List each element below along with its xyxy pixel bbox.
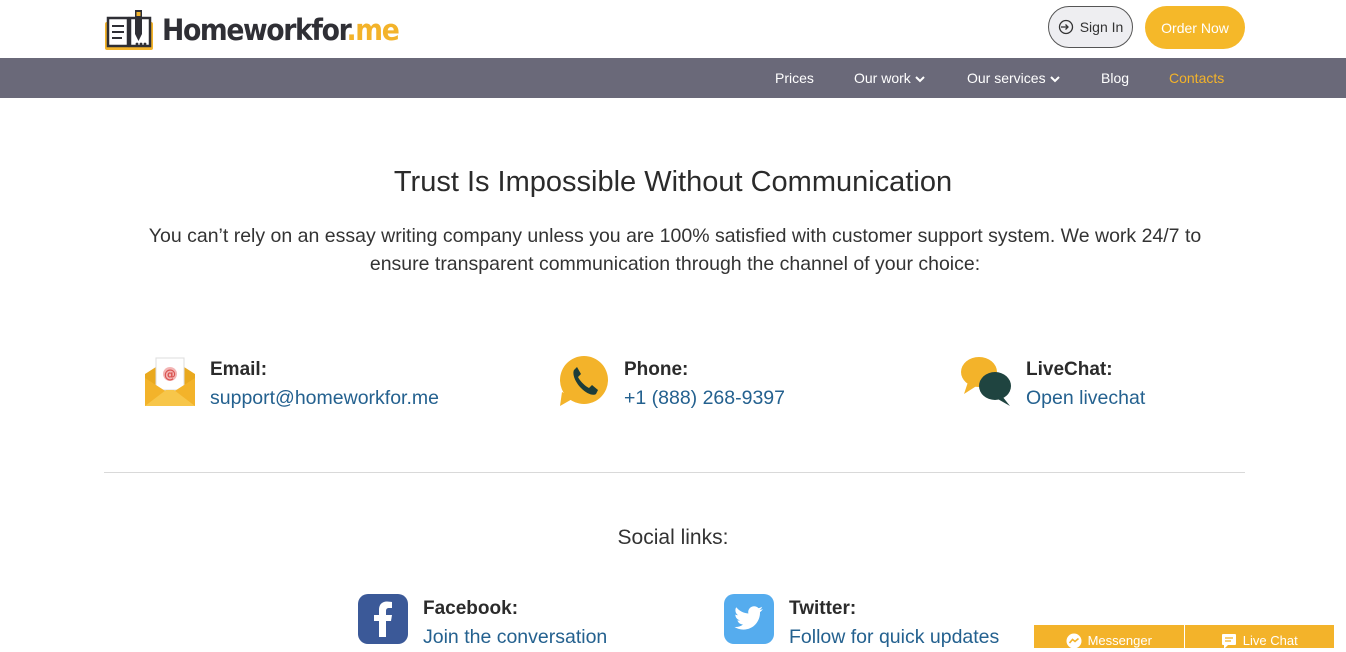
email-link[interactable]: support@homeworkfor.me — [210, 383, 439, 413]
social-twitter: Twitter: Follow for quick updates — [724, 594, 999, 652]
phone-label: Phone: — [624, 359, 689, 380]
nav-item-label: Blog — [1101, 70, 1130, 86]
messenger-button[interactable]: Messenger — [1034, 625, 1184, 649]
chevron-down-icon — [1049, 76, 1060, 83]
svg-text:@: @ — [164, 368, 176, 382]
envelope-icon: @ — [144, 354, 196, 410]
nav-item-contacts[interactable]: Contacts — [1169, 58, 1224, 98]
nav-item-our-services[interactable]: Our services — [967, 58, 1060, 98]
twitter-label: Twitter: — [789, 598, 857, 619]
facebook-label: Facebook: — [423, 598, 519, 619]
facebook-icon[interactable] — [358, 594, 408, 644]
contact-livechat: LiveChat: Open livechat — [960, 354, 1145, 413]
phone-bubble-icon — [558, 354, 610, 410]
email-label: Email: — [210, 359, 268, 380]
sign-in-label: Sign In — [1079, 19, 1124, 35]
main-nav: Prices Our work Our services Blog Contac… — [0, 58, 1346, 98]
sign-in-icon — [1058, 19, 1073, 35]
contact-phone: Phone: +1 (888) 268-9397 — [558, 354, 785, 413]
page-lead: You can’t rely on an essay writing compa… — [148, 225, 1202, 275]
live-chat-button[interactable]: Live Chat — [1183, 625, 1334, 649]
twitter-icon[interactable] — [724, 594, 774, 644]
nav-item-label: Our work — [854, 70, 911, 86]
nav-item-label: Prices — [775, 70, 814, 86]
social-links-title: Social links: — [617, 526, 729, 549]
site-header: Homeworkfor.me Sign In Order Now — [0, 0, 1346, 58]
section-divider — [104, 472, 1245, 473]
nav-item-label: Contacts — [1169, 70, 1225, 86]
logo-name: Homeworkfor — [162, 13, 348, 47]
livechat-label: LiveChat: — [1026, 359, 1113, 380]
open-livechat-link[interactable]: Open livechat — [1026, 383, 1145, 413]
social-facebook: Facebook: Join the conversation — [358, 594, 607, 652]
nav-item-our-work[interactable]: Our work — [854, 58, 925, 98]
chat-bubbles-icon — [960, 354, 1012, 410]
chat-icon — [1221, 634, 1236, 649]
sign-in-button[interactable]: Sign In — [1048, 6, 1133, 48]
page-title: Trust Is Impossible Without Communicatio… — [393, 166, 953, 198]
book-logo-icon — [104, 8, 154, 52]
messenger-icon — [1066, 633, 1082, 649]
nav-item-label: Our services — [967, 70, 1046, 86]
messenger-label: Messenger — [1087, 633, 1152, 648]
order-now-button[interactable]: Order Now — [1145, 6, 1245, 49]
nav-item-prices[interactable]: Prices — [775, 58, 814, 98]
contact-email: @ Email: support@homeworkfor.me — [144, 354, 439, 413]
nav-item-blog[interactable]: Blog — [1101, 58, 1129, 98]
logo-wordmark: Homeworkfor.me — [162, 13, 400, 47]
logo-tld: .me — [346, 13, 400, 47]
chat-widget-bar: Messenger Live Chat — [1034, 625, 1334, 649]
phone-link[interactable]: +1 (888) 268-9397 — [624, 383, 785, 413]
site-logo[interactable]: Homeworkfor.me — [104, 8, 419, 52]
live-chat-label: Live Chat — [1242, 633, 1298, 648]
chevron-down-icon — [915, 76, 925, 83]
